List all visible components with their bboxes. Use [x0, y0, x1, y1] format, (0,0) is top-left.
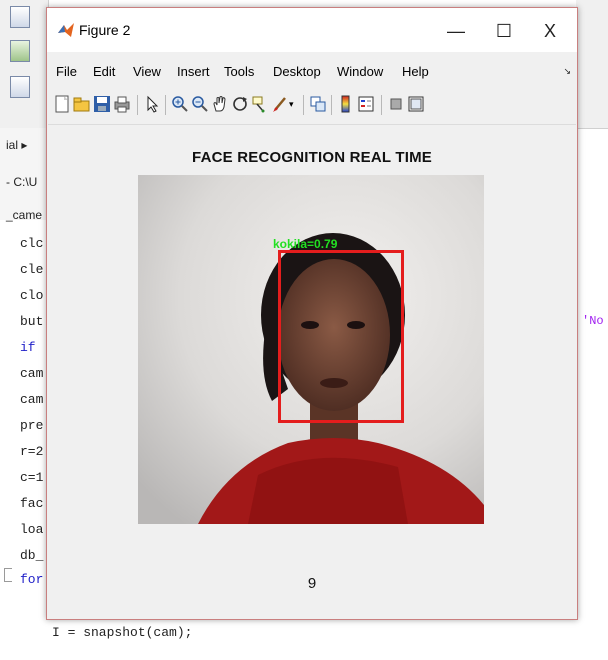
code-line[interactable]: r=2	[20, 444, 43, 459]
brush-dropdown-icon[interactable]: ▾	[289, 95, 297, 113]
code-line[interactable]: fac	[20, 496, 43, 511]
current-folder-path[interactable]: - C:\U	[6, 175, 37, 189]
editor-toolstrip-right	[576, 0, 608, 129]
minimize-button[interactable]: —	[433, 16, 479, 46]
show-plot-tools-icon[interactable]	[407, 95, 425, 113]
toolbar-separator	[137, 95, 138, 115]
toolbar-separator	[381, 95, 382, 115]
editor-path-area: ial ▸ - C:\U _came	[0, 128, 48, 222]
code-line[interactable]: clo	[20, 288, 43, 303]
code-line[interactable]: c=1	[20, 470, 43, 485]
zoom-in-icon[interactable]	[171, 95, 189, 113]
code-line[interactable]: but	[20, 314, 43, 329]
menu-help[interactable]: Help	[402, 64, 429, 79]
pan-icon[interactable]	[211, 95, 229, 113]
editor-toolstrip	[0, 0, 49, 128]
colorbar-icon[interactable]	[337, 95, 355, 113]
face-detection-box	[278, 250, 404, 423]
menu-file[interactable]: File	[56, 64, 77, 79]
figure-toolbar: ▾	[47, 92, 577, 118]
rotate-3d-icon[interactable]	[231, 95, 249, 113]
figure-window: Figure 2 — ☐ X File Edit View Insert Too…	[46, 7, 578, 620]
toolbar-separator	[331, 95, 332, 115]
brush-icon[interactable]	[271, 95, 289, 113]
maximize-button[interactable]: ☐	[481, 16, 527, 46]
code-line[interactable]: cam	[20, 366, 43, 381]
code-string-fragment[interactable]: 'No	[582, 314, 604, 328]
code-line[interactable]: db_	[20, 548, 43, 563]
code-line[interactable]: cle	[20, 262, 43, 277]
editor-percent-icon[interactable]	[10, 40, 30, 62]
code-line[interactable]: pre	[20, 418, 43, 433]
print-icon[interactable]	[113, 95, 131, 113]
code-line[interactable]: loa	[20, 522, 43, 537]
link-plot-icon[interactable]	[309, 95, 327, 113]
menu-insert[interactable]: Insert	[177, 64, 210, 79]
legend-icon[interactable]	[357, 95, 375, 113]
frame-counter: 9	[307, 575, 317, 592]
select-arrow-icon[interactable]	[143, 95, 161, 113]
matlab-logo-icon	[58, 23, 74, 37]
hide-plot-tools-icon[interactable]	[387, 95, 405, 113]
save-icon[interactable]	[93, 95, 111, 113]
plot-title: FACE RECOGNITION REAL TIME	[192, 149, 432, 166]
menu-window[interactable]: Window	[337, 64, 383, 79]
code-line[interactable]: cam	[20, 392, 43, 407]
toolbar-separator	[303, 95, 304, 115]
camera-snapshot-image: kokila=0.79	[138, 175, 484, 524]
menu-tools[interactable]: Tools	[224, 64, 254, 79]
code-line-keyword[interactable]: if	[20, 340, 36, 355]
zoom-out-icon[interactable]	[191, 95, 209, 113]
editor-right-pane	[576, 145, 608, 620]
data-cursor-icon[interactable]	[251, 95, 269, 113]
code-fold-marker[interactable]	[4, 568, 12, 582]
editor-run-section-icon[interactable]	[10, 76, 30, 98]
code-line[interactable]: clc	[20, 236, 43, 251]
new-figure-icon[interactable]	[53, 95, 71, 113]
menu-view[interactable]: View	[133, 64, 161, 79]
editor-file-icon[interactable]	[10, 6, 30, 28]
panel-label[interactable]: ial ▸	[6, 138, 27, 152]
menu-edit[interactable]: Edit	[93, 64, 115, 79]
window-title: Figure 2	[79, 22, 131, 38]
recognition-label: kokila=0.79	[273, 237, 338, 251]
menu-desktop[interactable]: Desktop	[273, 64, 321, 79]
figure-plot-area: FACE RECOGNITION REAL TIME kokila=0.79 9	[48, 124, 576, 619]
code-line-keyword[interactable]: for	[20, 572, 43, 587]
menu-bar: File Edit View Insert Tools Desktop Wind…	[47, 60, 577, 86]
dock-arrow-icon[interactable]: ↘	[563, 66, 571, 77]
code-line-snapshot[interactable]: I = snapshot(cam);	[52, 625, 192, 640]
editor-file-tab[interactable]: _came	[6, 208, 42, 222]
open-file-icon[interactable]	[73, 95, 91, 113]
toolbar-separator	[165, 95, 166, 115]
close-button[interactable]: X	[527, 16, 573, 46]
title-bar[interactable]: Figure 2 — ☐ X	[47, 8, 577, 52]
